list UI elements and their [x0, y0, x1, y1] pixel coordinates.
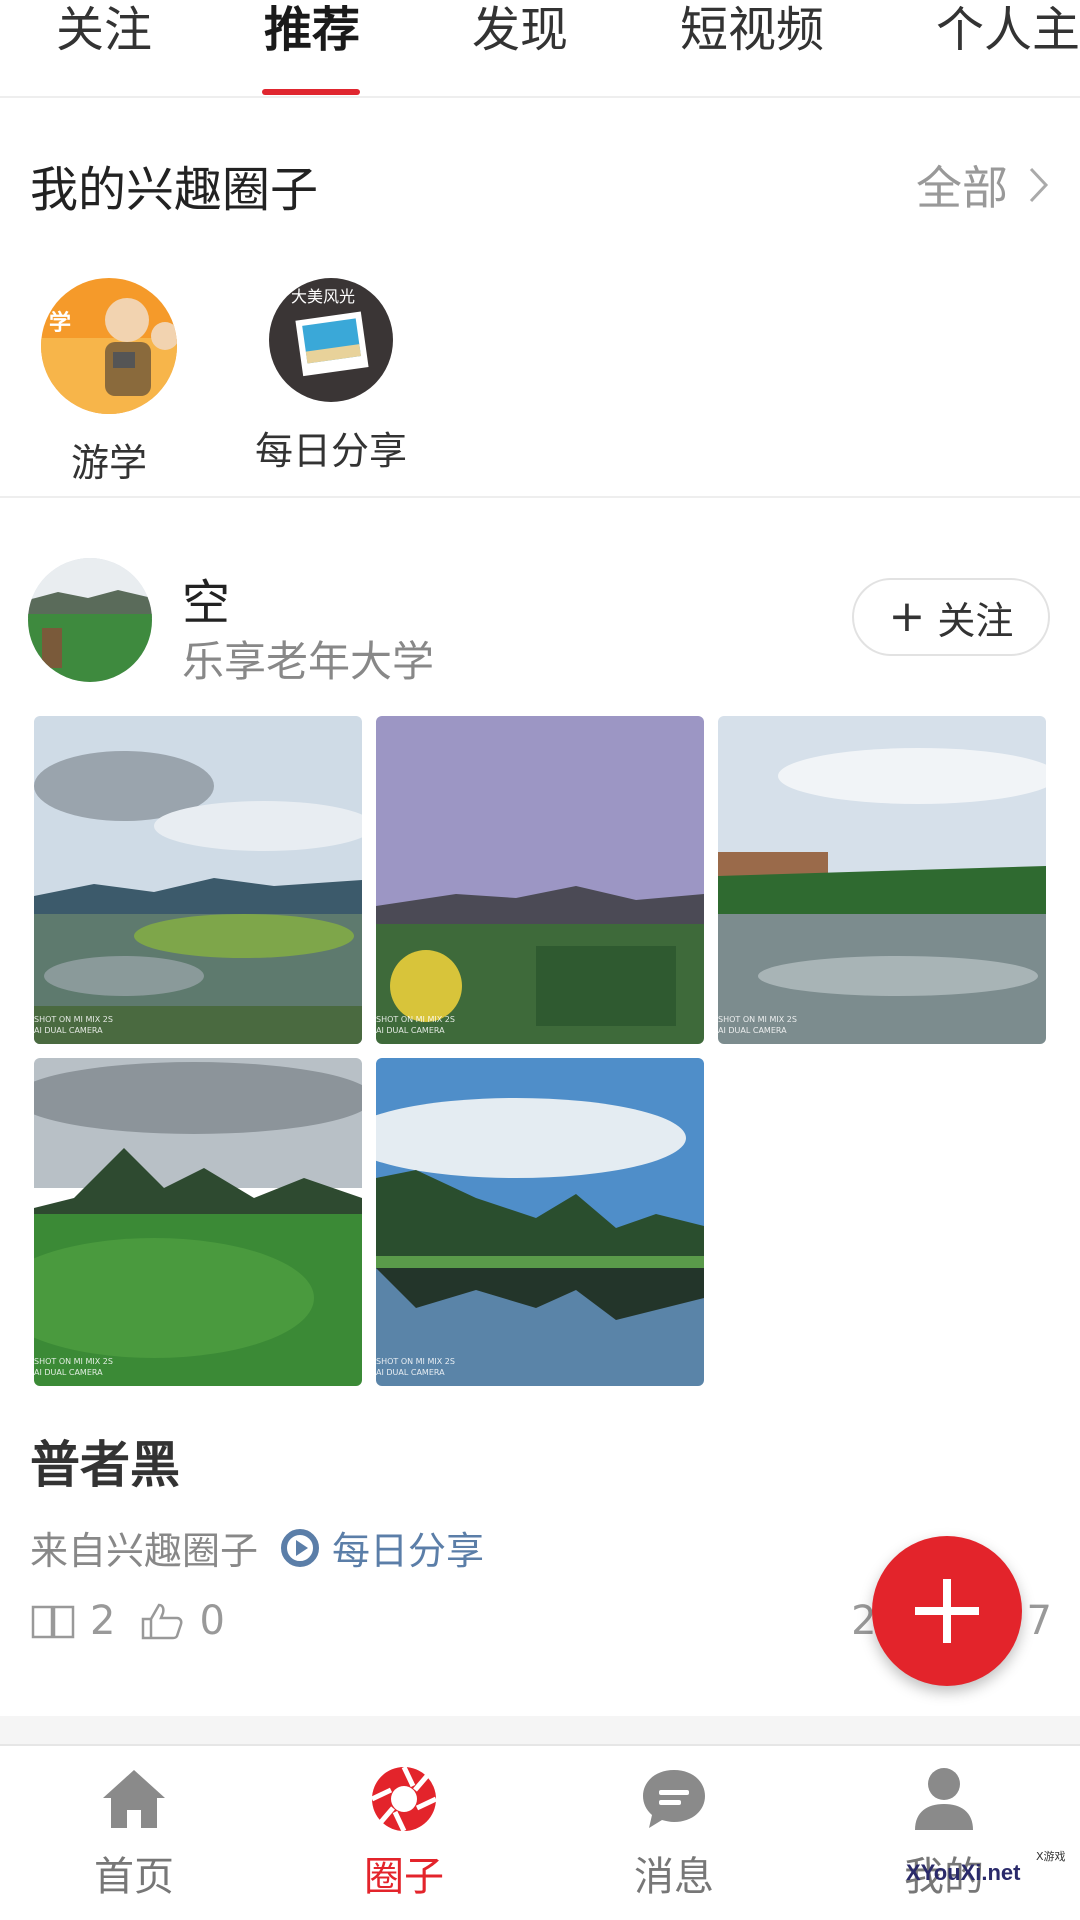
nav-item-circle[interactable]: 圈子: [304, 1764, 504, 1902]
nav-item-messages[interactable]: 消息: [574, 1764, 774, 1902]
photo-watermark: SHOT ON MI MIX 2S AI DUAL CAMERA: [718, 1015, 797, 1035]
post-from-line: 来自兴趣圈子 每日分享: [30, 1520, 484, 1575]
aperture-icon: [370, 1765, 438, 1833]
follow-button[interactable]: + 关注: [852, 578, 1050, 656]
nav-item-home[interactable]: 首页: [34, 1764, 234, 1902]
post-username[interactable]: 空: [182, 563, 230, 633]
photo-watermark: SHOT ON MI MIX 2S AI DUAL CAMERA: [34, 1015, 113, 1035]
post-photo[interactable]: SHOT ON MI MIX 2S AI DUAL CAMERA: [34, 716, 362, 1044]
tab-recommend[interactable]: 推荐: [264, 0, 360, 96]
post-source: 乐享老年大学: [182, 637, 435, 686]
post-photo[interactable]: SHOT ON MI MIX 2S AI DUAL CAMERA: [34, 1058, 362, 1386]
post-title[interactable]: 普者黑: [30, 1425, 180, 1497]
photo-watermark: SHOT ON MI MIX 2S AI DUAL CAMERA: [376, 1357, 455, 1377]
circle-label-daily-share: 每日分享: [254, 429, 407, 473]
tab-short-video[interactable]: 短视频: [680, 0, 824, 96]
tab-personal[interactable]: 个人主: [936, 0, 1080, 96]
nav-label-home: 首页: [94, 1854, 174, 1900]
like-count: 0: [199, 1598, 225, 1644]
bottom-separator: [0, 1716, 1080, 1744]
circle-item-daily-share[interactable]: 大美风光 每日分享: [236, 278, 426, 475]
chevron-right-icon: [1029, 167, 1049, 203]
photo-watermark: SHOT ON MI MIX 2S AI DUAL CAMERA: [376, 1015, 455, 1035]
view-all-link[interactable]: 全部: [916, 152, 1050, 218]
nav-label-circle: 圈子: [364, 1854, 444, 1900]
top-tab-bar: 关注 推荐 发现 短视频 个人主: [0, 0, 1080, 98]
from-circle-link[interactable]: 每日分享: [280, 1520, 484, 1575]
daily-share-avatar: 大美风光: [269, 278, 393, 402]
daily-share-badge-text: 大美风光: [291, 287, 355, 306]
bottom-nav-bar: 首页 圈子 消息 我的: [0, 1744, 1080, 1920]
from-circle-name: 每日分享: [332, 1529, 485, 1573]
nav-label-messages: 消息: [634, 1854, 714, 1900]
profile-icon: [915, 1768, 973, 1830]
plus-icon: [915, 1579, 979, 1643]
from-label: 来自兴趣圈子: [30, 1529, 259, 1573]
interest-section-title: 我的兴趣圈子: [30, 162, 319, 218]
tab-discover[interactable]: 发现: [472, 0, 568, 96]
watermark-small: X游戏: [1036, 1850, 1066, 1863]
user-avatar[interactable]: [28, 558, 152, 682]
circle-label-travel-study: 游学: [70, 441, 147, 485]
home-icon: [103, 1770, 165, 1828]
follow-label: 关注: [937, 598, 1014, 643]
tab-follow[interactable]: 关注: [56, 0, 152, 96]
active-tab-indicator: [262, 89, 360, 95]
message-icon: [643, 1770, 705, 1828]
post-photo[interactable]: SHOT ON MI MIX 2S AI DUAL CAMERA: [718, 716, 1046, 1044]
create-post-button[interactable]: [872, 1536, 1022, 1686]
svg-text:学: 学: [49, 310, 71, 336]
post-stats: 2 0: [30, 1598, 225, 1644]
read-count: 2: [90, 1598, 116, 1644]
site-watermark: XYouXi.net: [906, 1860, 1021, 1885]
post-photo[interactable]: SHOT ON MI MIX 2S AI DUAL CAMERA: [376, 716, 704, 1044]
book-icon: [31, 1605, 75, 1639]
view-all-label: 全部: [916, 161, 1008, 215]
photo-watermark: SHOT ON MI MIX 2S AI DUAL CAMERA: [34, 1357, 113, 1377]
thumbs-up-icon[interactable]: [139, 1601, 185, 1641]
circle-item-travel-study[interactable]: 学 游学: [14, 278, 204, 487]
section-divider: [0, 496, 1080, 498]
post-photo[interactable]: SHOT ON MI MIX 2S AI DUAL CAMERA: [376, 1058, 704, 1386]
travel-study-avatar: 学: [41, 278, 177, 414]
plus-icon: +: [888, 591, 926, 642]
circle-logo-icon: [281, 1528, 320, 1567]
